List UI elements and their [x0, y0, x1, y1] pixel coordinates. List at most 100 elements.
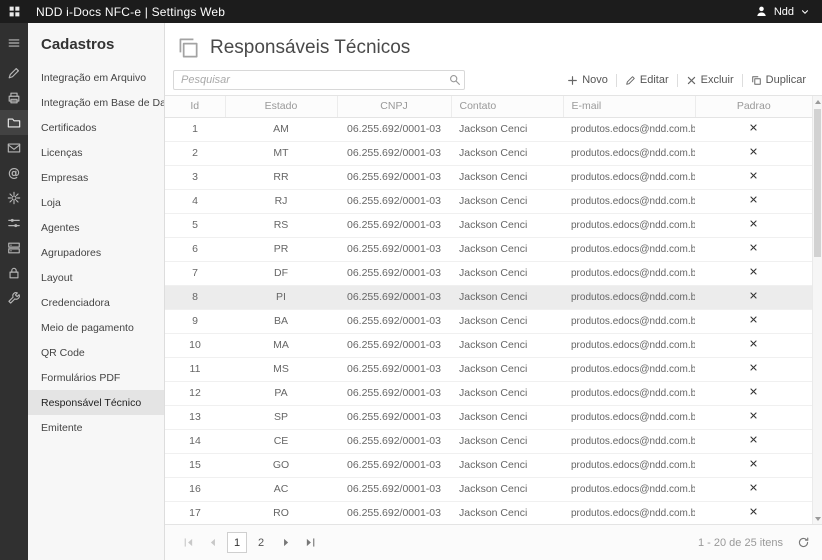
rail-item-server[interactable]: [0, 235, 28, 260]
table-row[interactable]: 11MS06.255.692/0001-03Jackson Cenciprodu…: [165, 357, 812, 381]
rail-item-menu[interactable]: [0, 30, 28, 55]
column-header-id[interactable]: Id: [165, 96, 225, 117]
rail-item-sliders[interactable]: [0, 210, 28, 235]
sidebar-item[interactable]: Responsável Técnico: [28, 390, 164, 415]
cell-estado: PA: [225, 381, 337, 405]
scrollbar-thumb[interactable]: [814, 109, 821, 257]
table-row[interactable]: 6PR06.255.692/0001-03Jackson Cenciprodut…: [165, 237, 812, 261]
cell-estado: RO: [225, 501, 337, 524]
previous-page-button[interactable]: [201, 532, 223, 554]
sidebar-item[interactable]: Emitente: [28, 415, 164, 440]
sidebar-item[interactable]: Credenciadora: [28, 290, 164, 315]
sidebar-item[interactable]: Formulários PDF: [28, 365, 164, 390]
edit-button[interactable]: Editar: [617, 72, 677, 88]
table-row[interactable]: 16AC06.255.692/0001-03Jackson Cenciprodu…: [165, 477, 812, 501]
sidebar-item[interactable]: Licenças: [28, 140, 164, 165]
user-menu[interactable]: Ndd: [755, 5, 822, 18]
sidebar-item-label: Emitente: [41, 422, 82, 434]
first-page-button[interactable]: [177, 532, 199, 554]
scrollbar-up-arrow[interactable]: [815, 100, 821, 104]
cell-id: 15: [165, 453, 225, 477]
toolbar: Novo Editar Excluir Duplic: [559, 72, 814, 88]
cell-id: 5: [165, 213, 225, 237]
table-row[interactable]: 7DF06.255.692/0001-03Jackson Cenciprodut…: [165, 261, 812, 285]
printer-icon: [7, 91, 21, 105]
apps-grid-icon: [8, 5, 21, 18]
new-button[interactable]: Novo: [559, 72, 616, 88]
table-row[interactable]: 5RS06.255.692/0001-03Jackson Cenciprodut…: [165, 213, 812, 237]
delete-button-label: Excluir: [701, 74, 734, 86]
duplicate-button[interactable]: Duplicar: [743, 72, 814, 88]
table-row[interactable]: 1AM06.255.692/0001-03Jackson Cenciprodut…: [165, 117, 812, 141]
pagination-bar: 12 1 - 20 de 25 itens: [165, 524, 822, 560]
page-button[interactable]: 2: [251, 532, 271, 553]
table-row[interactable]: 15GO06.255.692/0001-03Jackson Cenciprodu…: [165, 453, 812, 477]
sidebar-item[interactable]: Meio de pagamento: [28, 315, 164, 340]
column-header-contato[interactable]: Contato: [451, 96, 563, 117]
table-row[interactable]: 2MT06.255.692/0001-03Jackson Cenciprodut…: [165, 141, 812, 165]
table-row[interactable]: 9BA06.255.692/0001-03Jackson Cenciprodut…: [165, 309, 812, 333]
refresh-icon[interactable]: [797, 536, 810, 549]
cell-email: produtos.edocs@ndd.com.br: [563, 501, 695, 524]
vertical-scrollbar[interactable]: [812, 96, 822, 524]
rail-item-at-sign[interactable]: @: [0, 160, 28, 185]
rail-item-folder[interactable]: [0, 110, 28, 135]
sidebar-item[interactable]: Agentes: [28, 215, 164, 240]
sidebar-item[interactable]: Integração em Base de Dados: [28, 90, 164, 115]
cell-cnpj: 06.255.692/0001-03: [337, 333, 451, 357]
sidebar-item[interactable]: QR Code: [28, 340, 164, 365]
table-row[interactable]: 8PI06.255.692/0001-03Jackson Cenciprodut…: [165, 285, 812, 309]
rail-item-wrench[interactable]: [0, 285, 28, 310]
cell-id: 8: [165, 285, 225, 309]
next-page-button[interactable]: [275, 532, 297, 554]
table-row[interactable]: 4RJ06.255.692/0001-03Jackson Cenciprodut…: [165, 189, 812, 213]
controls-row: Novo Editar Excluir Duplic: [165, 65, 822, 95]
apps-menu-button[interactable]: [0, 0, 28, 23]
column-header-cnpj[interactable]: CNPJ: [337, 96, 451, 117]
sidebar-item[interactable]: Layout: [28, 265, 164, 290]
cell-padrao: [695, 333, 812, 357]
table-row[interactable]: 12PA06.255.692/0001-03Jackson Cenciprodu…: [165, 381, 812, 405]
cell-estado: RS: [225, 213, 337, 237]
rail-item-tools[interactable]: [0, 60, 28, 85]
page-button[interactable]: 1: [227, 532, 247, 553]
table-row[interactable]: 13SP06.255.692/0001-03Jackson Cenciprodu…: [165, 405, 812, 429]
search-input[interactable]: [173, 70, 465, 90]
delete-button[interactable]: Excluir: [678, 72, 742, 88]
cell-padrao: [695, 165, 812, 189]
cell-padrao: [695, 261, 812, 285]
sidebar-item[interactable]: Integração em Arquivo: [28, 65, 164, 90]
table-row[interactable]: 14CE06.255.692/0001-03Jackson Cenciprodu…: [165, 429, 812, 453]
cell-id: 14: [165, 429, 225, 453]
scrollbar-down-arrow[interactable]: [815, 517, 821, 521]
column-header-padrao[interactable]: Padrao: [695, 96, 812, 117]
cell-id: 6: [165, 237, 225, 261]
cell-cnpj: 06.255.692/0001-03: [337, 261, 451, 285]
sidebar-item[interactable]: Empresas: [28, 165, 164, 190]
menu-icon: [7, 36, 21, 50]
sidebar-item[interactable]: Loja: [28, 190, 164, 215]
column-header-estado[interactable]: Estado: [225, 96, 337, 117]
cell-email: produtos.edocs@ndd.com.br: [563, 381, 695, 405]
new-button-label: Novo: [582, 74, 608, 86]
cell-id: 10: [165, 333, 225, 357]
rail-item-printer[interactable]: [0, 85, 28, 110]
table-row[interactable]: 17RO06.255.692/0001-03Jackson Cenciprodu…: [165, 501, 812, 524]
cell-cnpj: 06.255.692/0001-03: [337, 357, 451, 381]
rail-item-mail[interactable]: [0, 135, 28, 160]
sidebar-item[interactable]: Agrupadores: [28, 240, 164, 265]
table-row[interactable]: 3RR06.255.692/0001-03Jackson Cenciprodut…: [165, 165, 812, 189]
cell-contato: Jackson Cenci: [451, 453, 563, 477]
sidebar-item[interactable]: Certificados: [28, 115, 164, 140]
x-mark-icon: [749, 219, 758, 228]
column-header-email[interactable]: E-mail: [563, 96, 695, 117]
rail-item-gear[interactable]: [0, 185, 28, 210]
rail-item-lock[interactable]: [0, 260, 28, 285]
cell-email: produtos.edocs@ndd.com.br: [563, 189, 695, 213]
last-page-button[interactable]: [299, 532, 321, 554]
table-row[interactable]: 10MA06.255.692/0001-03Jackson Cenciprodu…: [165, 333, 812, 357]
cell-estado: MS: [225, 357, 337, 381]
sliders-icon: [7, 216, 21, 230]
sidebar-item-label: Responsável Técnico: [41, 397, 141, 409]
search-icon[interactable]: [448, 73, 461, 86]
